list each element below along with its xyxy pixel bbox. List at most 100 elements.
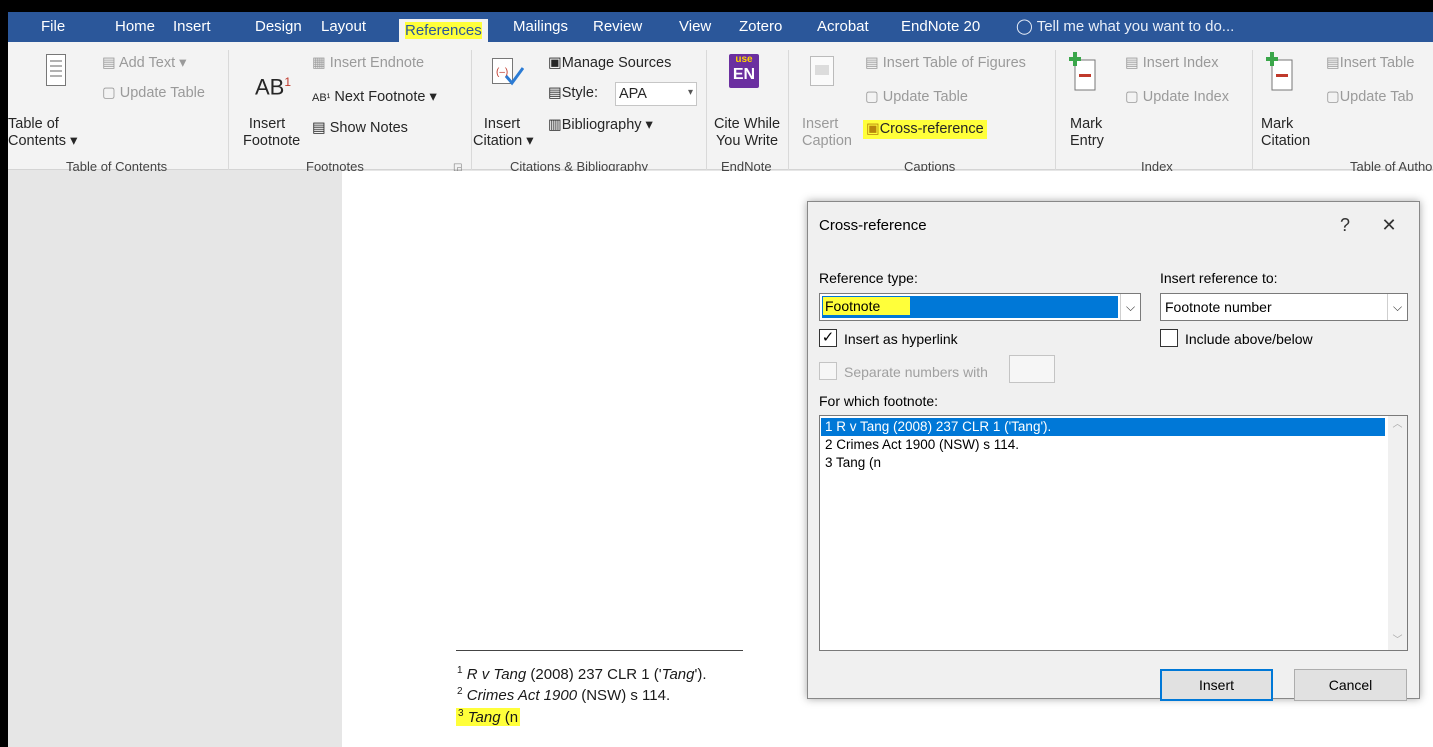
help-button[interactable]: ? [1330, 210, 1360, 240]
separator [228, 50, 229, 170]
update-index-button[interactable]: ▢ Update Index [1125, 89, 1229, 106]
footnote-sup-glyph: 1 [284, 75, 292, 89]
footnote-1: 1 R v Tang (2008) 237 CLR 1 ('Tang'). [457, 665, 707, 683]
cite-while-you-write-button[interactable]: Cite While You Write [712, 116, 782, 150]
insert-caption-button[interactable]: Insert Caption [802, 116, 852, 150]
table-of-contents-icon [46, 54, 66, 86]
show-notes-icon: ▤ [312, 120, 326, 136]
style-control: ▤Style: [548, 85, 598, 102]
insert-citation-icon: (–) [492, 58, 524, 86]
tab-view[interactable]: View [679, 18, 711, 36]
chevron-up-icon[interactable]: ︿ [1388, 416, 1407, 434]
tab-insert[interactable]: Insert [173, 18, 211, 36]
chevron-down-icon[interactable]: ﹀ [1388, 632, 1407, 650]
footnote-number: 3 [458, 708, 464, 719]
tab-mailings[interactable]: Mailings [513, 18, 568, 36]
update-table-authorities-button[interactable]: ▢Update Tab [1326, 89, 1414, 106]
manage-sources-icon: ▣ [548, 55, 562, 71]
separate-numbers-input[interactable] [1009, 355, 1055, 383]
list-item[interactable]: 3 Tang (n [821, 454, 881, 472]
style-select[interactable]: APA ▾ [615, 82, 697, 106]
separator [706, 50, 707, 170]
add-text-icon: ▤ [102, 55, 116, 71]
style-label: Style: [561, 85, 598, 101]
footnote-text: (NSW) s 114. [577, 687, 671, 704]
footnote-act-name: Crimes Act 1900 [466, 687, 578, 704]
cancel-button[interactable]: Cancel [1294, 669, 1407, 701]
table-of-figures-icon: ▤ [865, 55, 879, 71]
references-ribbon: Table of Contents ▾ ▤ Add Text ▾ ▢ Update… [8, 42, 1433, 174]
style-icon: ▤ [548, 85, 562, 101]
insert-table-of-figures-button[interactable]: ▤ Insert Table of Figures [865, 55, 1026, 72]
tab-acrobat[interactable]: Acrobat [817, 18, 869, 36]
style-value: APA [619, 86, 647, 102]
chevron-down-icon: ⌵ [1387, 294, 1407, 320]
separate-numbers-checkbox[interactable] [819, 362, 837, 380]
tab-file[interactable]: File [41, 18, 65, 36]
insert-table-of-authorities-button[interactable]: ▤Insert Table [1326, 55, 1414, 72]
tab-references-label: References [405, 22, 482, 39]
tab-references[interactable]: References [399, 19, 488, 43]
navigation-pane [8, 171, 341, 747]
next-footnote-label: Next Footnote [334, 89, 426, 105]
toc-label-2: Contents [8, 133, 67, 149]
footnote-text: (n [500, 709, 519, 726]
bibliography-button[interactable]: ▥Bibliography ▾ [548, 117, 653, 134]
insert-citation-label-2: Citation [473, 133, 523, 149]
table-of-contents-button[interactable]: Table of Contents ▾ [8, 116, 77, 150]
close-icon[interactable]: ✕ [1374, 210, 1404, 240]
insert-index-label: Insert Index [1142, 55, 1219, 71]
footnote-short-title: Tang [467, 709, 501, 726]
bibliography-label: Bibliography [561, 117, 642, 133]
list-scrollbar[interactable]: ︿ ﹀ [1388, 416, 1407, 650]
footnote-short-title: Tang [661, 666, 695, 683]
ab-glyph: AB [255, 74, 285, 100]
lightbulb-icon: ◯ [1016, 18, 1033, 35]
mark-entry-button[interactable]: Mark Entry [1070, 116, 1104, 150]
tab-design[interactable]: Design [255, 18, 302, 36]
mark-citation-button[interactable]: Mark Citation [1261, 116, 1310, 150]
next-footnote-button[interactable]: AB¹ Next Footnote ▾ [312, 89, 437, 107]
include-above-below-checkbox[interactable] [1160, 329, 1178, 347]
insert-as-hyperlink-label: Insert as hyperlink [844, 331, 958, 347]
update-index-label: Update Index [1142, 89, 1229, 105]
tab-home[interactable]: Home [115, 18, 155, 36]
insert-reference-to-select[interactable]: Footnote number ⌵ [1160, 293, 1408, 321]
list-item[interactable]: 2 Crimes Act 1900 (NSW) s 114. [821, 436, 1019, 454]
reference-type-label: Reference type: [819, 270, 918, 286]
update-table-toc-button[interactable]: ▢ Update Table [102, 85, 205, 102]
cite-label-2: You Write [715, 133, 779, 149]
tab-endnote[interactable]: EndNote 20 [901, 18, 980, 36]
tell-me-box[interactable]: ◯ Tell me what you want to do... [1016, 18, 1234, 36]
insert-index-button[interactable]: ▤ Insert Index [1125, 55, 1219, 72]
separator [1055, 50, 1056, 170]
show-notes-button[interactable]: ▤ Show Notes [312, 120, 408, 137]
manage-sources-button[interactable]: ▣Manage Sources [548, 55, 671, 72]
insert-citation-button[interactable]: Insert Citation ▾ [473, 116, 533, 150]
footnote-3: 3 Tang (n [456, 708, 521, 726]
include-above-below-label: Include above/below [1185, 331, 1313, 347]
insert-footnote-button[interactable]: Insert Footnote [243, 116, 300, 150]
insert-button[interactable]: Insert [1160, 669, 1273, 701]
reference-type-value: Footnote [823, 297, 911, 315]
table-of-figures-label: Insert Table of Figures [882, 55, 1026, 71]
footnote-list[interactable]: 1 R v Tang (2008) 237 CLR 1 ('Tang'). 2 … [819, 415, 1408, 651]
cross-reference-button[interactable]: ▣Cross-reference [863, 120, 987, 139]
insert-table-icon: ▤ [1326, 55, 1340, 71]
tab-review[interactable]: Review [593, 18, 642, 36]
endnote-icon: use EN [729, 54, 759, 88]
tab-layout[interactable]: Layout [321, 18, 366, 36]
tab-zotero[interactable]: Zotero [739, 18, 782, 36]
add-text-button[interactable]: ▤ Add Text ▾ [102, 55, 186, 72]
insert-as-hyperlink-checkbox[interactable]: ✓ [819, 329, 837, 347]
insert-endnote-button[interactable]: ▦ Insert Endnote [312, 55, 424, 72]
manage-sources-label: Manage Sources [561, 55, 672, 71]
update-index-icon: ▢ [1125, 89, 1139, 105]
update-table-icon: ▢ [1326, 89, 1340, 105]
mark-citation-label-2: Citation [1261, 133, 1311, 149]
update-table-captions-label: Update Table [882, 89, 968, 105]
reference-type-select[interactable]: Footnote ⌵ [819, 293, 1141, 321]
list-item[interactable]: 1 R v Tang (2008) 237 CLR 1 ('Tang'). [821, 418, 1385, 436]
update-table-captions-button[interactable]: ▢ Update Table [865, 89, 968, 106]
mark-citation-label-1: Mark [1261, 116, 1294, 132]
